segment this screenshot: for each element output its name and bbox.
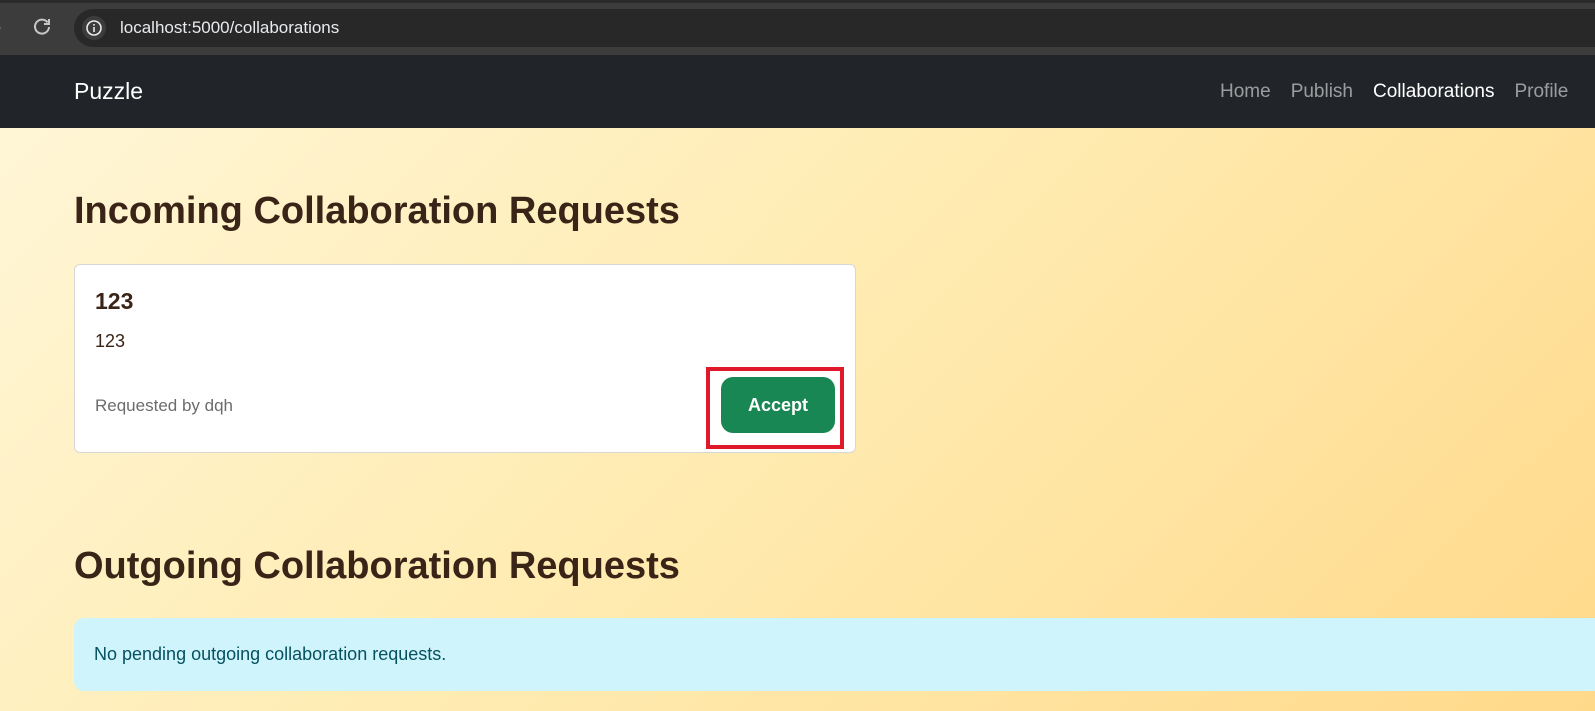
main-content: Incoming Collaboration Requests 123 123 … bbox=[0, 128, 1595, 711]
empty-outgoing-alert: No pending outgoing collaboration reques… bbox=[74, 618, 1595, 691]
forward-arrow-icon[interactable]: › bbox=[0, 17, 10, 39]
brand-link[interactable]: Puzzle bbox=[74, 55, 143, 128]
requested-by-text: Requested by dqh bbox=[95, 396, 233, 415]
outgoing-requests-heading: Outgoing Collaboration Requests bbox=[74, 545, 680, 587]
browser-toolbar: › localhost:5000/collaborations bbox=[0, 0, 1595, 55]
request-title: 123 bbox=[95, 288, 134, 314]
accept-button[interactable]: Accept bbox=[721, 377, 835, 433]
request-description: 123 bbox=[95, 331, 126, 351]
site-navbar: Puzzle Home Publish Collaborations Profi… bbox=[0, 55, 1595, 128]
site-info-icon[interactable] bbox=[82, 16, 106, 40]
nav-link-collaborations[interactable]: Collaborations bbox=[1373, 55, 1494, 128]
reload-icon[interactable] bbox=[30, 15, 54, 39]
collaboration-request-card: 123 123 Requested by dqh Accept bbox=[74, 264, 856, 453]
address-bar[interactable]: localhost:5000/collaborations bbox=[74, 9, 1595, 47]
incoming-requests-heading: Incoming Collaboration Requests bbox=[74, 190, 680, 232]
nav-link-profile[interactable]: Profile bbox=[1514, 55, 1568, 128]
nav-link-home[interactable]: Home bbox=[1220, 55, 1271, 128]
nav-link-publish[interactable]: Publish bbox=[1291, 55, 1353, 128]
nav-links: Home Publish Collaborations Profile bbox=[1220, 55, 1588, 128]
url-text[interactable]: localhost:5000/collaborations bbox=[120, 9, 339, 47]
